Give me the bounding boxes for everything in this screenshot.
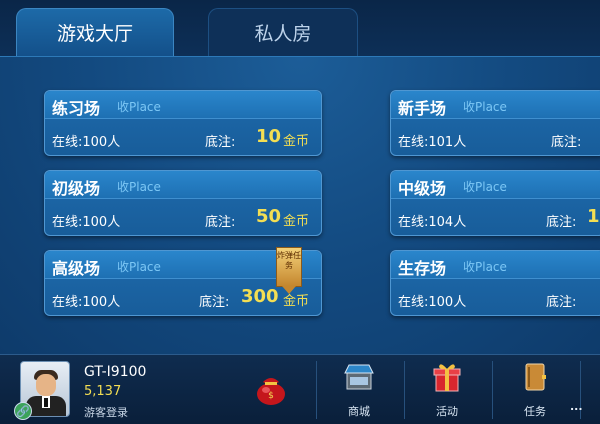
room-place: 收Place: [117, 260, 161, 274]
room-name: 新手场: [398, 99, 447, 118]
shop-label: 商城: [348, 405, 370, 418]
room-bet-amount: 1: [587, 206, 600, 227]
room-online: 在线:104人: [398, 215, 467, 230]
room-place: 收Place: [117, 100, 161, 114]
link-icon[interactable]: 🔗: [14, 402, 32, 420]
divider: [404, 361, 405, 419]
svg-text:$: $: [268, 391, 274, 401]
room-online: 在线:101人: [398, 135, 467, 150]
tab-bar: 游戏大厅 私人房: [0, 0, 600, 56]
room-bet-amount: 300: [241, 286, 279, 307]
room-name: 中级场: [398, 179, 447, 198]
room-bet-label: 底注:: [551, 135, 582, 150]
room-name: 初级场: [52, 179, 101, 198]
room-card-newbie[interactable]: 新手场 收Place 在线:101人 底注:: [390, 90, 600, 156]
room-bet-amount: 50: [256, 206, 282, 227]
room-online: 在线:100人: [398, 295, 467, 310]
room-name: 高级场: [52, 259, 101, 278]
tab-private-room[interactable]: 私人房: [208, 8, 358, 56]
room-bet-label: 底注:: [546, 295, 577, 310]
watermark: ...: [570, 400, 583, 413]
room-bet-label: 底注:: [546, 215, 577, 230]
room-place: 收Place: [117, 180, 161, 194]
room-bet-coin: 金币: [283, 214, 310, 229]
task-label: 任务: [524, 405, 546, 418]
room-card-survival[interactable]: 生存场 收Place 在线:100人 底注:: [390, 250, 600, 316]
activity-label: 活动: [436, 405, 458, 418]
room-card-beginner[interactable]: 初级场 收Place 在线:100人 底注: 50 金币: [44, 170, 322, 236]
room-place: 收Place: [463, 180, 507, 194]
room-card-intermediate[interactable]: 中级场 收Place 在线:104人 底注: 1: [390, 170, 600, 236]
room-place: 收Place: [463, 100, 507, 114]
room-name: 生存场: [398, 259, 447, 278]
divider: [316, 361, 317, 419]
bottom-bar: 🔗 GT-I9100 5,137 游客登录 $ 商城 活动 任务: [0, 354, 600, 424]
task-book-icon: [525, 363, 546, 391]
room-bet-coin: 金币: [283, 134, 310, 149]
room-bet-label: 底注:: [205, 135, 236, 150]
room-card-practice[interactable]: 练习场 收Place 在线:100人 底注: 10 金币: [44, 90, 322, 156]
task-button[interactable]: 任务: [510, 361, 560, 421]
room-bet-amount: 10: [256, 126, 282, 147]
room-online: 在线:100人: [52, 135, 121, 150]
room-online: 在线:100人: [52, 295, 121, 310]
room-bet-label: 底注:: [205, 215, 236, 230]
gift-box-icon: [433, 364, 461, 392]
room-name: 练习场: [52, 99, 101, 118]
shop-button[interactable]: 商城: [334, 361, 384, 421]
money-bag-icon[interactable]: $: [254, 370, 288, 406]
user-coins: 5,137: [84, 384, 122, 399]
shop-icon: [344, 364, 374, 390]
guest-login-link[interactable]: 游客登录: [84, 404, 128, 420]
bomb-mission-badge[interactable]: 炸弹任务: [276, 247, 302, 294]
room-list: 练习场 收Place 在线:100人 底注: 10 金币 初级场 收Place …: [0, 56, 600, 354]
room-online: 在线:100人: [52, 215, 121, 230]
room-place: 收Place: [463, 260, 507, 274]
room-bet-label: 底注:: [199, 295, 230, 310]
tab-game-lobby[interactable]: 游戏大厅: [16, 8, 174, 56]
activity-button[interactable]: 活动: [422, 361, 472, 421]
divider: [492, 361, 493, 419]
user-name: GT-I9100: [84, 364, 147, 380]
